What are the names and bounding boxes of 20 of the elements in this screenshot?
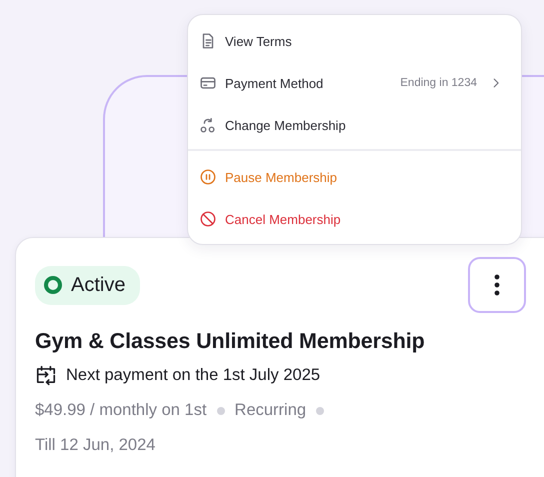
more-options-button[interactable] — [468, 257, 526, 313]
menu-item[interactable]: Payment Method Ending in 1234 — [188, 62, 521, 104]
membership-title: Gym & Classes Unlimited Membership — [35, 329, 426, 354]
separator-dot — [316, 406, 324, 414]
ban-icon — [199, 210, 217, 228]
menu-item[interactable]: View Terms — [188, 20, 521, 62]
next-payment-text: Next payment on the 1st July 2025 — [66, 366, 320, 384]
payment-detail: Ending in 1234 — [400, 77, 477, 89]
billing-info: Recurring — [234, 401, 306, 420]
kebab-menu-icon — [494, 274, 500, 296]
end-date-text: Till 12 Jun, 2024 — [35, 436, 156, 455]
pause-icon — [199, 168, 217, 186]
billing-info: $49.99 / monthly on 1st — [35, 401, 207, 420]
status-badge: Active — [35, 266, 140, 304]
calendar-repeat-icon — [35, 364, 57, 386]
menu-item[interactable]: Change Membership — [188, 104, 521, 146]
separator-dot — [216, 406, 225, 414]
status-ring-icon — [44, 276, 62, 294]
swap-people-icon — [199, 116, 217, 134]
menu-item[interactable]: Cancel Membership — [188, 198, 521, 240]
